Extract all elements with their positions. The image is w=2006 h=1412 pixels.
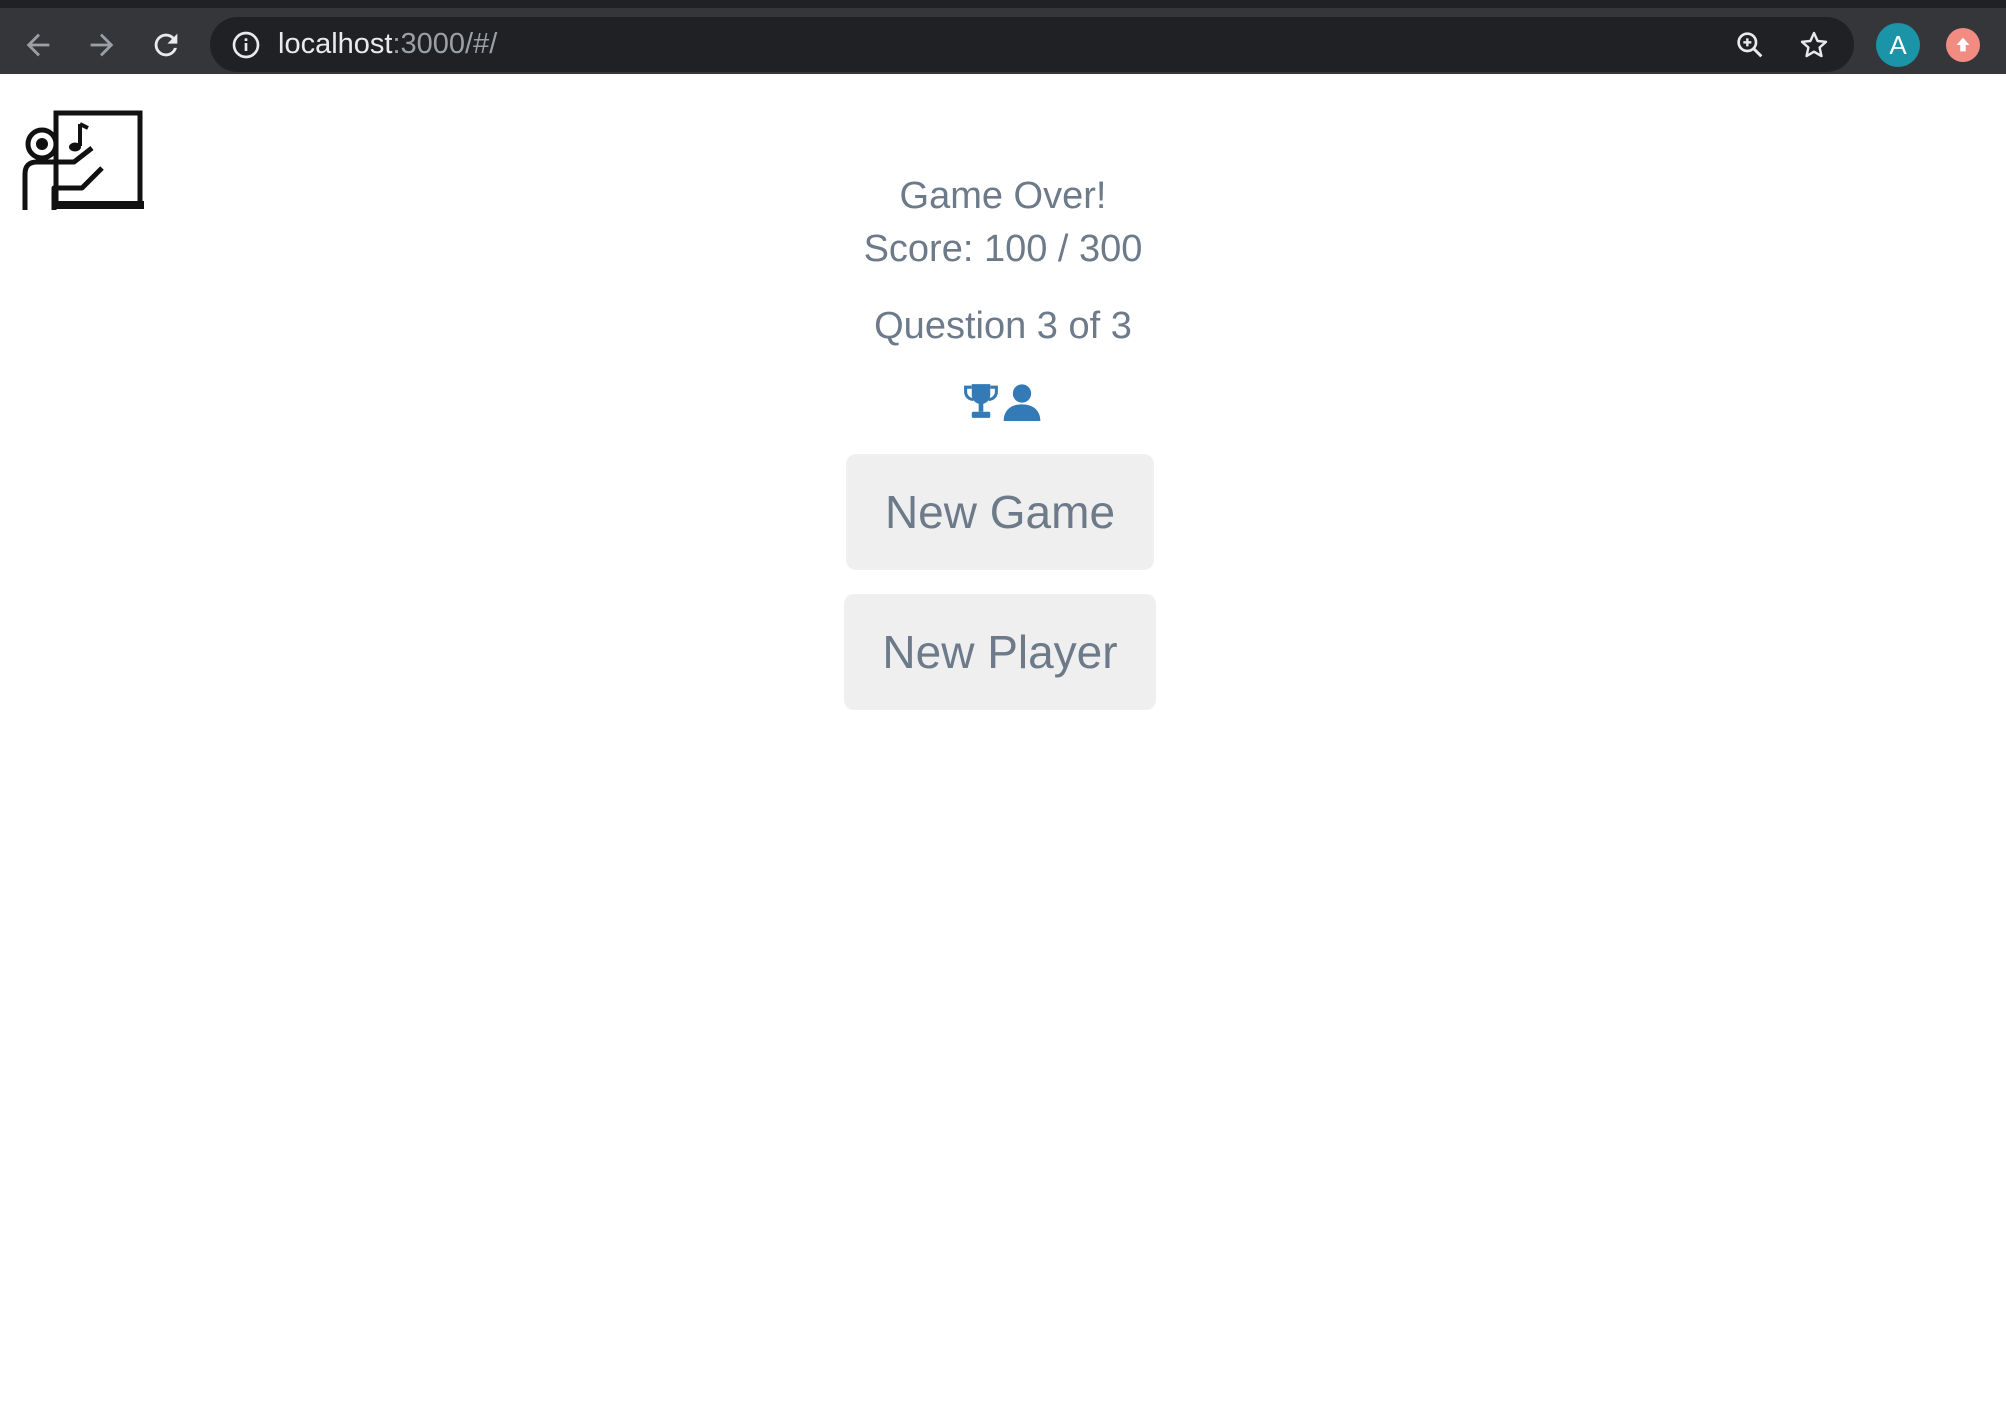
profile-avatar[interactable]: A (1876, 23, 1920, 67)
new-player-button[interactable]: New Player (844, 594, 1156, 710)
url-path: :3000/#/ (392, 28, 498, 60)
status-icons (960, 378, 1044, 424)
reload-button[interactable] (142, 21, 190, 69)
question-progress: Question 3 of 3 (874, 305, 1132, 347)
reload-icon (154, 33, 178, 57)
address-bar[interactable]: localhost:3000/#/ (210, 17, 1854, 72)
forward-button[interactable] (78, 21, 126, 69)
back-arrow-icon (26, 33, 50, 57)
new-game-button[interactable]: New Game (846, 454, 1154, 570)
forward-arrow-icon (90, 33, 114, 57)
url-text[interactable]: localhost:3000/#/ (278, 17, 497, 72)
star-icon (1800, 31, 1828, 58)
score-text: Score: 100 / 300 (863, 228, 1143, 270)
zoom-button[interactable] (1731, 26, 1769, 64)
update-icon (1956, 37, 1970, 52)
user-icon (1003, 384, 1041, 421)
trophy-icon (964, 384, 998, 418)
zoom-icon (1737, 32, 1763, 58)
update-button[interactable] (1946, 28, 1980, 62)
browser-toolbar: localhost:3000/#/ A (0, 0, 2006, 74)
url-host: localhost (278, 28, 393, 60)
game-over-heading: Game Over! (899, 175, 1107, 217)
back-button[interactable] (14, 21, 62, 69)
bookmark-button[interactable] (1795, 26, 1833, 64)
info-icon[interactable] (230, 29, 262, 61)
